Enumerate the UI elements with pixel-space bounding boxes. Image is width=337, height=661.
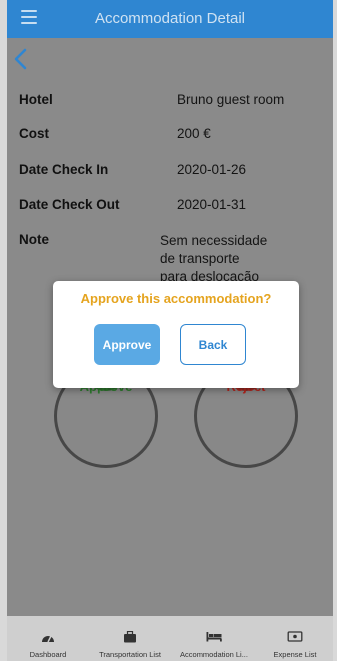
tab-transportation-list[interactable]: Transportation List: [89, 616, 171, 661]
tab-accommodation-list[interactable]: Accommodation Li...: [171, 616, 257, 661]
dialog-back-button[interactable]: Back: [180, 324, 246, 365]
briefcase-icon: [124, 631, 136, 643]
money-icon: [287, 631, 303, 642]
tab-label: Dashboard: [29, 650, 67, 659]
note-label: Note: [19, 232, 49, 247]
back-chevron-icon[interactable]: [13, 48, 27, 70]
hotel-label: Hotel: [19, 92, 53, 107]
back-row: [7, 38, 333, 82]
tab-dashboard[interactable]: Dashboard: [7, 616, 89, 661]
tab-label: Transportation List: [99, 650, 161, 659]
tab-expense-list[interactable]: Expense List: [257, 616, 333, 661]
page-title: Accommodation Detail: [94, 10, 246, 27]
bottom-tab-bar: Dashboard Transportation List Accommodat…: [7, 616, 333, 661]
checkout-label: Date Check Out: [19, 197, 120, 212]
dialog-approve-button[interactable]: Approve: [94, 324, 160, 365]
cost-value: 200 €: [177, 126, 211, 141]
checkin-value: 2020-01-26: [177, 162, 247, 177]
note-value: Sem necessidade de transporte para deslo…: [160, 232, 300, 286]
confirm-dialog: Approve this accommodation? Approve Back: [53, 281, 299, 388]
hotel-value: Bruno guest room: [177, 92, 285, 107]
bed-icon: [206, 632, 222, 642]
cost-label: Cost: [19, 126, 49, 141]
app-bar: Accommodation Detail: [7, 0, 333, 38]
tab-label: Expense List: [273, 650, 317, 659]
dashboard-icon: [42, 635, 54, 643]
note-line: de transporte: [160, 251, 240, 266]
dialog-question: Approve this accommodation?: [80, 291, 272, 306]
note-line: Sem necessidade: [160, 233, 268, 248]
checkout-value: 2020-01-31: [177, 197, 247, 212]
checkin-label: Date Check In: [19, 162, 109, 177]
tab-label: Accommodation Li...: [180, 650, 248, 659]
